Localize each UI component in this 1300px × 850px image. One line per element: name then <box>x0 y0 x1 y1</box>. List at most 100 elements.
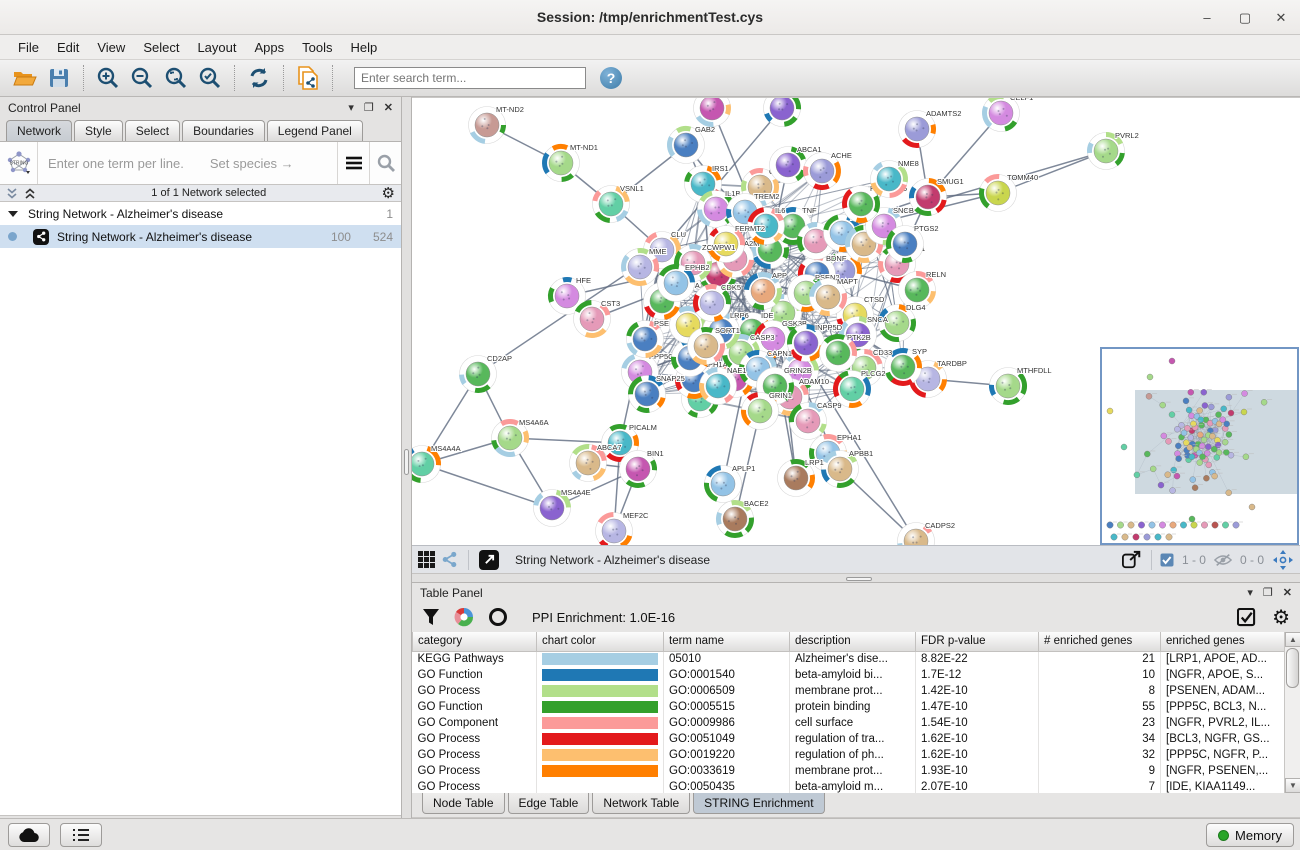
table-row[interactable]: GO ProcessGO:0033619membrane prot...1.93… <box>413 763 1285 779</box>
memory-button[interactable]: Memory <box>1206 823 1294 847</box>
open-in-string-icon[interactable] <box>479 550 499 570</box>
network-node[interactable]: GAB2 <box>668 125 716 164</box>
table-row[interactable]: GO ProcessGO:0051049regulation of tra...… <box>413 731 1285 747</box>
network-node[interactable]: BIN1 <box>620 449 664 488</box>
network-node[interactable]: MT-ND2 <box>469 105 524 144</box>
network-node[interactable]: CASP9 <box>790 401 842 440</box>
column-header-category[interactable]: category <box>413 632 537 651</box>
hidden-items-eye-icon[interactable] <box>1214 553 1232 567</box>
column-header-description[interactable]: description <box>790 632 916 651</box>
network-node[interactable]: MS4A4A <box>412 444 461 483</box>
tab-select[interactable]: Select <box>125 120 180 141</box>
grid-mode-icon[interactable] <box>418 551 435 568</box>
network-node[interactable]: ADAMTS2 <box>899 109 962 148</box>
tab-network-table[interactable]: Network Table <box>592 793 690 814</box>
scroll-down-arrow[interactable]: ▼ <box>1285 778 1300 793</box>
birds-eye-view[interactable] <box>1100 347 1299 545</box>
float-panel-icon[interactable]: ❐ <box>364 101 374 114</box>
collapse-all-icon[interactable] <box>6 188 18 199</box>
table-row[interactable]: GO FunctionGO:0005515protein binding1.47… <box>413 699 1285 715</box>
float-panel-icon[interactable]: ❐ <box>1263 586 1273 599</box>
save-session-button[interactable] <box>44 64 74 92</box>
menu-view[interactable]: View <box>89 37 133 58</box>
maximize-button[interactable]: ▢ <box>1230 8 1260 28</box>
panel-menu-icon[interactable]: ▾ <box>348 101 354 114</box>
network-node[interactable]: CR1 <box>764 98 807 127</box>
network-node[interactable]: MT-ND1 <box>543 143 598 182</box>
enrichment-table[interactable]: categorychart colorterm namedescriptionF… <box>412 632 1284 793</box>
search-input[interactable] <box>354 67 586 89</box>
network-collection-row[interactable]: String Network - Alzheimer's disease 1 <box>0 202 401 225</box>
table-row[interactable]: GO ProcessGO:0006509membrane prot...1.42… <box>413 683 1285 699</box>
table-vertical-scrollbar[interactable]: ▲ ▼ <box>1284 632 1300 793</box>
tab-style[interactable]: Style <box>74 120 123 141</box>
tab-boundaries[interactable]: Boundaries <box>182 120 265 141</box>
network-node[interactable]: CST3 <box>574 299 621 338</box>
menu-select[interactable]: Select <box>135 37 187 58</box>
close-button[interactable]: ✕ <box>1266 8 1296 28</box>
open-session-button[interactable] <box>10 64 40 92</box>
enrichment-chart-icon[interactable] <box>454 607 474 627</box>
network-node[interactable]: ABCA7 <box>570 443 622 482</box>
clone-network-button[interactable] <box>293 64 323 92</box>
menu-layout[interactable]: Layout <box>189 37 244 58</box>
settings-gear-icon[interactable]: ⚙ <box>1272 605 1290 630</box>
network-node[interactable]: MTHFDLL <box>990 366 1052 405</box>
column-header-chart-color[interactable]: chart color <box>537 632 664 651</box>
splitter-handle[interactable] <box>404 449 409 475</box>
network-node[interactable]: BACE2 <box>717 499 769 538</box>
filter-icon[interactable] <box>422 608 440 626</box>
selected-items-checkbox-icon[interactable] <box>1160 553 1174 567</box>
network-node[interactable]: TOMM40 <box>980 173 1039 212</box>
tab-node-table[interactable]: Node Table <box>422 793 505 814</box>
network-node[interactable]: VSNL1 <box>593 184 644 223</box>
expand-all-icon[interactable] <box>24 188 36 199</box>
panel-splitter[interactable] <box>402 97 412 818</box>
minimize-button[interactable]: – <box>1192 8 1222 28</box>
network-node[interactable]: PVRL2 <box>1088 131 1139 170</box>
table-row[interactable]: KEGG Pathways05010Alzheimer's dise...8.8… <box>413 651 1285 667</box>
menu-edit[interactable]: Edit <box>49 37 87 58</box>
help-button[interactable]: ? <box>600 67 622 89</box>
string-protein-query-selector[interactable]: STRING <box>0 142 38 184</box>
network-node[interactable]: PTGS2 <box>887 224 939 263</box>
network-node[interactable]: APLP1 <box>705 464 756 503</box>
task-history-button[interactable] <box>60 823 102 847</box>
table-row[interactable]: GO ComponentGO:0009986cell surface1.54E-… <box>413 715 1285 731</box>
select-terms-checkbox-icon[interactable] <box>1237 608 1256 627</box>
network-node[interactable]: MS4A6A <box>492 418 549 457</box>
menu-help[interactable]: Help <box>343 37 386 58</box>
string-search-button[interactable] <box>369 142 401 184</box>
network-node[interactable]: SORL1 <box>694 98 746 127</box>
string-options-button[interactable] <box>337 142 369 184</box>
apply-layout-button[interactable] <box>244 64 274 92</box>
collapse-triangle-icon[interactable] <box>8 211 18 217</box>
birds-eye-toggle-icon[interactable] <box>1272 549 1294 571</box>
zoom-in-button[interactable] <box>93 64 123 92</box>
column-header-term-name[interactable]: term name <box>664 632 790 651</box>
menu-file[interactable]: File <box>10 37 47 58</box>
close-panel-icon[interactable]: ✕ <box>384 101 393 114</box>
table-panel-splitter[interactable] <box>412 573 1300 583</box>
scroll-up-arrow[interactable]: ▲ <box>1285 632 1300 647</box>
network-node[interactable]: SMUG1 <box>910 177 964 216</box>
table-row[interactable]: GO ProcessGO:0050435beta-amyloid m...2.0… <box>413 779 1285 793</box>
string-query-input[interactable]: Enter one term per line. Set species → <box>38 156 337 171</box>
network-node[interactable]: APBB1 <box>822 449 874 488</box>
scrollbar-thumb[interactable] <box>1286 648 1299 688</box>
column-header-FDR-p-value[interactable]: FDR p-value <box>916 632 1039 651</box>
panel-menu-icon[interactable]: ▾ <box>1247 586 1253 599</box>
ring-chart-icon[interactable] <box>488 607 508 627</box>
tab-network[interactable]: Network <box>6 120 72 141</box>
tab-edge-table[interactable]: Edge Table <box>508 793 590 814</box>
automation-cloud-button[interactable] <box>8 823 50 847</box>
table-row[interactable]: GO ProcessGO:0019220regulation of ph...1… <box>413 747 1285 763</box>
menu-apps[interactable]: Apps <box>247 37 293 58</box>
zoom-out-button[interactable] <box>127 64 157 92</box>
network-node[interactable]: CD2AP <box>460 354 513 393</box>
network-node[interactable]: CELF1 <box>983 98 1034 132</box>
network-node[interactable]: MS4A4E <box>534 488 591 527</box>
export-network-icon[interactable] <box>1121 550 1143 570</box>
menu-tools[interactable]: Tools <box>294 37 340 58</box>
network-node[interactable]: PLCG2 <box>834 369 886 408</box>
